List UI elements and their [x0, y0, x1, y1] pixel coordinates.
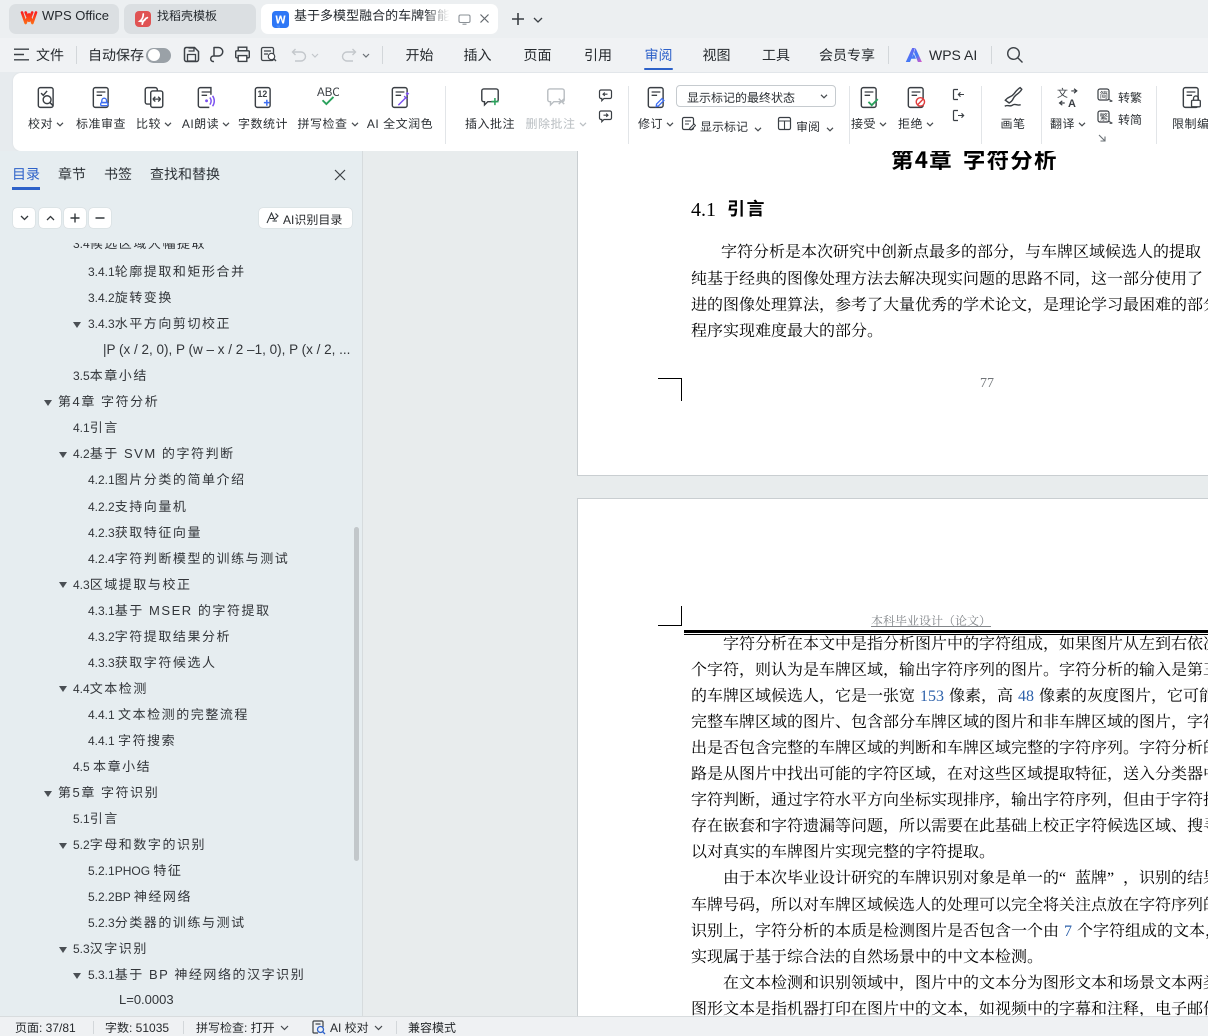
svg-text:ABC: ABC	[317, 87, 339, 99]
svg-text:文: 文	[1057, 86, 1068, 101]
svg-text:繁: 繁	[1100, 111, 1109, 123]
svg-text:A: A	[1068, 98, 1076, 109]
svg-text:简: 简	[1100, 89, 1109, 101]
svg-text:12: 12	[258, 89, 268, 99]
